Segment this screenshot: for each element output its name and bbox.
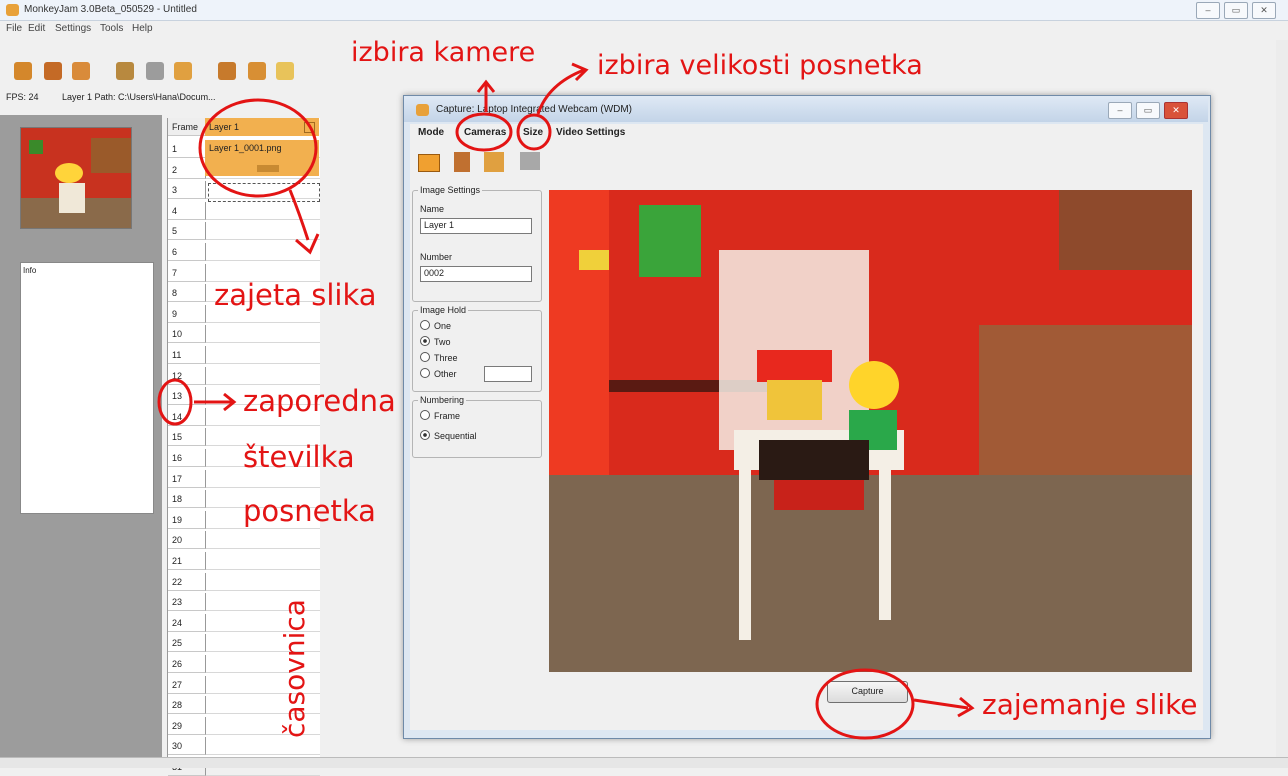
annotation-capture-image: zajemanje slike bbox=[982, 688, 1198, 721]
annotation-overlay bbox=[157, 62, 975, 740]
captured-image-arrow bbox=[288, 189, 310, 241]
capture-button-arrow bbox=[913, 698, 969, 710]
vertical-scrollbar[interactable] bbox=[1276, 40, 1288, 757]
annotation-timeline: časovnica bbox=[278, 599, 311, 738]
annotation-sequence-line1: zaporedna bbox=[243, 384, 396, 418]
annotation-sequence-line2: številka bbox=[243, 440, 355, 474]
annotation-camera-select: izbira kamere bbox=[351, 37, 536, 68]
cameras-circle bbox=[455, 112, 513, 152]
annotation-sequence-line3: posnetka bbox=[243, 494, 376, 528]
capture-button-circle bbox=[815, 668, 915, 740]
size-circle bbox=[516, 113, 552, 151]
sequence-number-circle bbox=[157, 378, 193, 426]
annotation-size-select: izbira velikosti posnetka bbox=[597, 50, 923, 81]
captured-image-circle bbox=[198, 98, 318, 198]
size-arrow bbox=[536, 68, 585, 115]
annotation-captured-image: zajeta slika bbox=[214, 278, 377, 312]
horizontal-scrollbar[interactable] bbox=[0, 757, 1288, 768]
